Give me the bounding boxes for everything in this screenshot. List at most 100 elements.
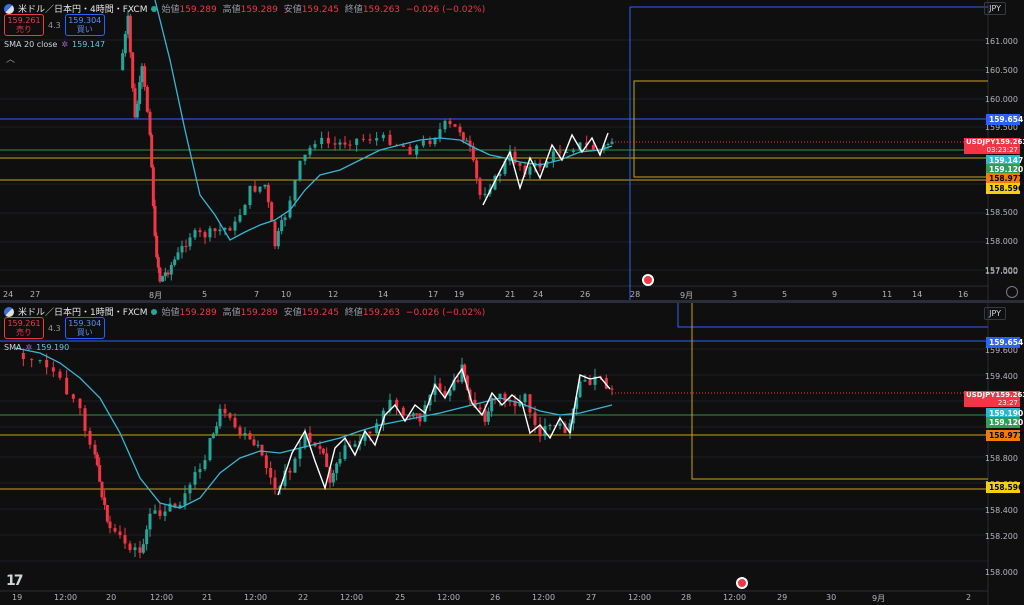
zigzag-drawing: [277, 367, 611, 496]
usdjpy-flag-icon: [4, 306, 14, 317]
candle-body: [528, 166, 532, 175]
candle-body: [143, 66, 147, 87]
time-tick-label: 24: [3, 290, 14, 299]
candle-body: [156, 257, 160, 268]
event-marker-icon[interactable]: [642, 274, 654, 286]
candle-body: [161, 276, 165, 282]
candle-body: [313, 144, 317, 148]
candle-body: [248, 185, 252, 205]
price-chart-4h[interactable]: [0, 0, 1024, 300]
candle-body: [263, 184, 267, 187]
candle-body: [71, 394, 75, 399]
candle-body: [269, 468, 273, 478]
candle-body: [98, 465, 102, 482]
candle-body: [88, 430, 92, 445]
chart-settings-icon[interactable]: [1006, 286, 1018, 298]
candle-body: [266, 184, 270, 203]
time-tick-label: 12:00: [437, 593, 461, 602]
candle-body: [238, 214, 242, 222]
price-tag-green: 159.120: [986, 417, 1023, 428]
chart-pane-1h[interactable]: 米ドル／日本円・1時間・FXCM 始値159.289 高値159.289 安値1…: [0, 303, 1024, 605]
currency-label[interactable]: JPY: [984, 307, 1006, 320]
drawing-rectangle: [629, 6, 988, 300]
candle-body: [458, 126, 462, 133]
candle-body: [571, 150, 575, 152]
sma-indicator-legend[interactable]: SMA ✲ 159.190: [4, 343, 69, 352]
candle-body: [198, 469, 202, 473]
candle-body: [288, 470, 292, 473]
indicator-settings-icon[interactable]: ✲: [61, 40, 68, 49]
trade-buttons-4h: 159.261 売り 4.3 159.304 買い: [4, 14, 105, 36]
currency-label[interactable]: JPY: [984, 2, 1006, 15]
time-tick-label: 14: [912, 290, 923, 299]
candle-body: [38, 360, 42, 362]
buy-button[interactable]: 159.304 買い: [64, 14, 105, 36]
time-tick-label: 10: [281, 290, 292, 299]
candle-body: [355, 138, 359, 145]
candle-body: [298, 160, 302, 181]
candle-body: [169, 264, 173, 275]
time-tick-label: 12:00: [628, 593, 652, 602]
price-tick-label: 158.000: [984, 568, 1018, 577]
candle-body: [411, 413, 415, 417]
ohlc-values: 始値159.289 高値159.289 安値159.245 終値159.263 …: [161, 308, 486, 318]
candle-body: [233, 417, 237, 428]
time-tick-label: 9: [832, 290, 838, 299]
candle-body: [558, 151, 562, 153]
candle-body: [45, 360, 49, 368]
candle-body: [118, 531, 122, 536]
candle-body: [213, 228, 217, 232]
time-tick-label: 27: [30, 290, 41, 299]
candle-body: [166, 272, 170, 275]
candle-body: [401, 407, 405, 416]
candle-body: [103, 497, 107, 505]
candle-body: [606, 144, 610, 146]
candle-body: [428, 140, 432, 145]
candle-body: [415, 413, 419, 415]
price-tick-label: 161.000: [984, 37, 1018, 46]
tradingview-logo-icon[interactable]: 17: [6, 573, 24, 589]
current-price-label: USDJPY159.263 03:23:27: [964, 138, 1024, 154]
time-tick-label: 29: [777, 593, 788, 602]
candle-body: [58, 371, 62, 378]
candle-body: [141, 544, 145, 553]
time-tick-label: 7: [254, 290, 260, 299]
time-tick-label: 9月: [872, 594, 886, 603]
time-tick-label: 20: [106, 593, 117, 602]
zigzag-drawing: [482, 132, 609, 206]
time-tick-label: 3: [732, 290, 738, 299]
candle-body: [483, 193, 487, 195]
candle-body: [331, 472, 335, 483]
price-tick-label: 160.500: [984, 66, 1018, 75]
time-tick-label: 25: [395, 593, 406, 602]
sma-indicator-legend[interactable]: SMA 20 close ✲ 159.147: [4, 40, 105, 49]
event-marker-icon[interactable]: [736, 577, 748, 589]
candle-body: [188, 484, 192, 494]
candle-body: [320, 137, 324, 145]
candle-body: [151, 167, 155, 207]
sell-button[interactable]: 159.261 売り: [4, 317, 44, 339]
candle-body: [138, 82, 142, 104]
candle-body: [208, 228, 212, 238]
price-tick-label: 158.800: [984, 454, 1018, 463]
price-tag-blue: 159.654: [986, 114, 1023, 125]
time-tick-label: 2: [966, 593, 972, 602]
time-tick-label: 12:00: [150, 593, 174, 602]
sell-button[interactable]: 159.261 売り: [4, 14, 44, 36]
candle-body: [138, 547, 142, 553]
ohlc-values: 始値159.289 高値159.289 安値159.245 終値159.263 …: [161, 5, 486, 15]
time-tick-label: 12:00: [532, 593, 556, 602]
candle-body: [273, 477, 277, 490]
candle-body: [108, 521, 112, 529]
indicator-settings-icon[interactable]: ✲: [25, 343, 32, 352]
price-tag-blue: 159.654: [986, 337, 1023, 348]
chevron-up-icon[interactable]: ︿: [6, 52, 18, 65]
candle-body: [326, 137, 330, 144]
candle-body: [260, 444, 264, 456]
buy-button[interactable]: 159.304 買い: [64, 317, 105, 339]
candle-body: [588, 380, 592, 385]
candle-body: [93, 444, 97, 455]
candle-body: [375, 138, 379, 141]
chart-pane-4h[interactable]: 米ドル／日本円・4時間・FXCM 始値159.289 高値159.289 安値1…: [0, 0, 1024, 300]
price-chart-1h[interactable]: [0, 303, 1024, 605]
